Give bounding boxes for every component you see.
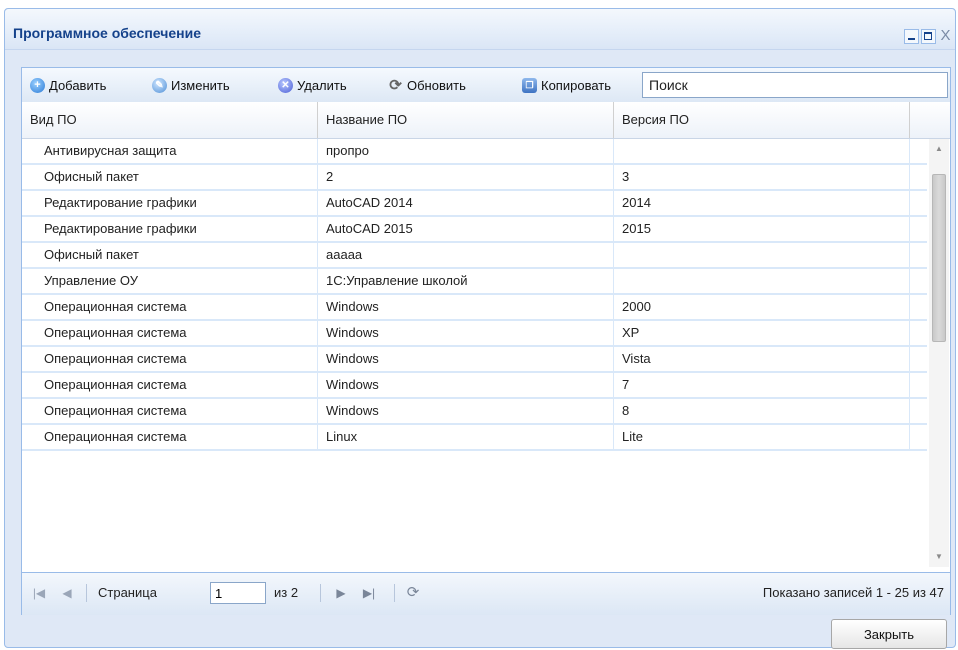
vertical-scrollbar[interactable]: ▲ ▼ <box>929 139 949 567</box>
cell-version <box>614 269 910 293</box>
edit-button[interactable]: ✎ Изменить <box>152 76 230 94</box>
page-label: Страница <box>98 585 157 600</box>
cell-name: пропро <box>318 139 614 163</box>
plus-circle-icon: + <box>30 77 45 93</box>
table-row[interactable]: Операционная система Windows 8 <box>22 399 927 425</box>
cell-type: Офисный пакет <box>22 165 318 189</box>
grid-body: Антивирусная защита пропро Офисный пакет… <box>22 139 927 567</box>
cell-type: Операционная система <box>22 373 318 397</box>
pager-separator <box>320 584 321 602</box>
cell-version: 8 <box>614 399 910 423</box>
pager-separator <box>86 584 87 602</box>
grid-header: Вид ПО Название ПО Версия ПО <box>22 102 950 139</box>
pager-separator <box>394 584 395 602</box>
edit-button-label: Изменить <box>171 77 230 93</box>
refresh-button[interactable]: ⟳ Обновить <box>388 76 466 94</box>
cell-name: 2 <box>318 165 614 189</box>
cell-type: Операционная система <box>22 425 318 449</box>
scroll-thumb[interactable] <box>932 174 946 342</box>
add-button-label: Добавить <box>49 77 107 93</box>
table-row[interactable]: Офисный пакет ааааа <box>22 243 927 269</box>
search-input[interactable] <box>642 72 948 98</box>
delete-button-label: Удалить <box>297 77 347 93</box>
cell-name: Windows <box>318 399 614 423</box>
cell-type: Антивирусная защита <box>22 139 318 163</box>
records-status: Показано записей 1 - 25 из 47 <box>762 585 944 600</box>
refresh-button-label: Обновить <box>407 77 466 93</box>
next-page-icon[interactable]: ▶ <box>334 586 348 600</box>
cell-version <box>614 139 910 163</box>
cell-version: Vista <box>614 347 910 371</box>
cell-name: AutoCAD 2014 <box>318 191 614 215</box>
close-button[interactable]: Закрыть <box>831 619 947 649</box>
cell-name: Windows <box>318 321 614 345</box>
page-number-input[interactable] <box>210 582 266 604</box>
cell-version: 2015 <box>614 217 910 241</box>
cell-type: Операционная система <box>22 347 318 371</box>
last-page-icon[interactable]: ▶| <box>362 586 376 600</box>
refresh-icon[interactable]: ⟳ <box>406 585 420 600</box>
cell-name: 1С:Управление школой <box>318 269 614 293</box>
table-row[interactable]: Редактирование графики AutoCAD 2014 2014 <box>22 191 927 217</box>
cell-type: Операционная система <box>22 399 318 423</box>
table-row[interactable]: Операционная система Windows XP <box>22 321 927 347</box>
x-circle-icon: ✕ <box>278 77 293 93</box>
cell-type: Управление ОУ <box>22 269 318 293</box>
table-row[interactable]: Операционная система Windows 2000 <box>22 295 927 321</box>
first-page-icon[interactable]: |◀ <box>32 586 46 600</box>
cell-name: ааааа <box>318 243 614 267</box>
delete-button[interactable]: ✕ Удалить <box>278 76 347 94</box>
cell-name: Windows <box>318 295 614 319</box>
copy-icon: ❐ <box>522 77 537 93</box>
dialog-window: Программное обеспечение X + Добавить ✎ И… <box>4 8 956 649</box>
table-row[interactable]: Операционная система Windows 7 <box>22 373 927 399</box>
table-row[interactable]: Офисный пакет 2 3 <box>22 165 927 191</box>
cell-version: 3 <box>614 165 910 189</box>
cell-type: Операционная система <box>22 295 318 319</box>
column-header-name[interactable]: Название ПО <box>318 102 614 138</box>
pencil-icon: ✎ <box>152 77 167 93</box>
grid-panel: + Добавить ✎ Изменить ✕ Удалить ⟳ Обнови… <box>21 67 951 615</box>
window-title: Программное обеспечение <box>13 25 201 41</box>
minimize-icon[interactable] <box>904 29 919 44</box>
cell-version: XP <box>614 321 910 345</box>
title-bar[interactable]: Программное обеспечение X <box>5 9 955 50</box>
cell-type: Офисный пакет <box>22 243 318 267</box>
cell-name: Windows <box>318 347 614 371</box>
scroll-up-icon[interactable]: ▲ <box>929 141 949 157</box>
copy-button[interactable]: ❐ Копировать <box>522 76 611 94</box>
column-header-version[interactable]: Версия ПО <box>614 102 910 138</box>
maximize-icon[interactable] <box>921 29 936 44</box>
window-controls: X <box>904 28 953 44</box>
cell-name: Windows <box>318 373 614 397</box>
add-button[interactable]: + Добавить <box>30 76 106 94</box>
cell-version: 2000 <box>614 295 910 319</box>
table-row[interactable]: Редактирование графики AutoCAD 2015 2015 <box>22 217 927 243</box>
page-count-label: из 2 <box>274 585 299 600</box>
cell-version: 7 <box>614 373 910 397</box>
refresh-icon: ⟳ <box>389 77 402 94</box>
toolbar: + Добавить ✎ Изменить ✕ Удалить ⟳ Обнови… <box>22 68 950 103</box>
cell-type: Редактирование графики <box>22 191 318 215</box>
prev-page-icon[interactable]: ◀ <box>60 586 74 600</box>
copy-button-label: Копировать <box>541 77 611 93</box>
scroll-down-icon[interactable]: ▼ <box>929 549 949 565</box>
table-row[interactable]: Операционная система Windows Vista <box>22 347 927 373</box>
cell-version: Lite <box>614 425 910 449</box>
cell-name: Linux <box>318 425 614 449</box>
cell-version <box>614 243 910 267</box>
cell-type: Редактирование графики <box>22 217 318 241</box>
pagination-bar: |◀ ◀ Страница из 2 ▶ ▶| ⟳ Показано запис… <box>22 572 950 615</box>
close-icon[interactable]: X <box>938 28 953 44</box>
table-row[interactable]: Операционная система Linux Lite <box>22 425 927 451</box>
column-header-type[interactable]: Вид ПО <box>22 102 318 138</box>
table-row[interactable]: Антивирусная защита пропро <box>22 139 927 165</box>
cell-name: AutoCAD 2015 <box>318 217 614 241</box>
cell-version: 2014 <box>614 191 910 215</box>
cell-type: Операционная система <box>22 321 318 345</box>
table-row[interactable]: Управление ОУ 1С:Управление школой <box>22 269 927 295</box>
